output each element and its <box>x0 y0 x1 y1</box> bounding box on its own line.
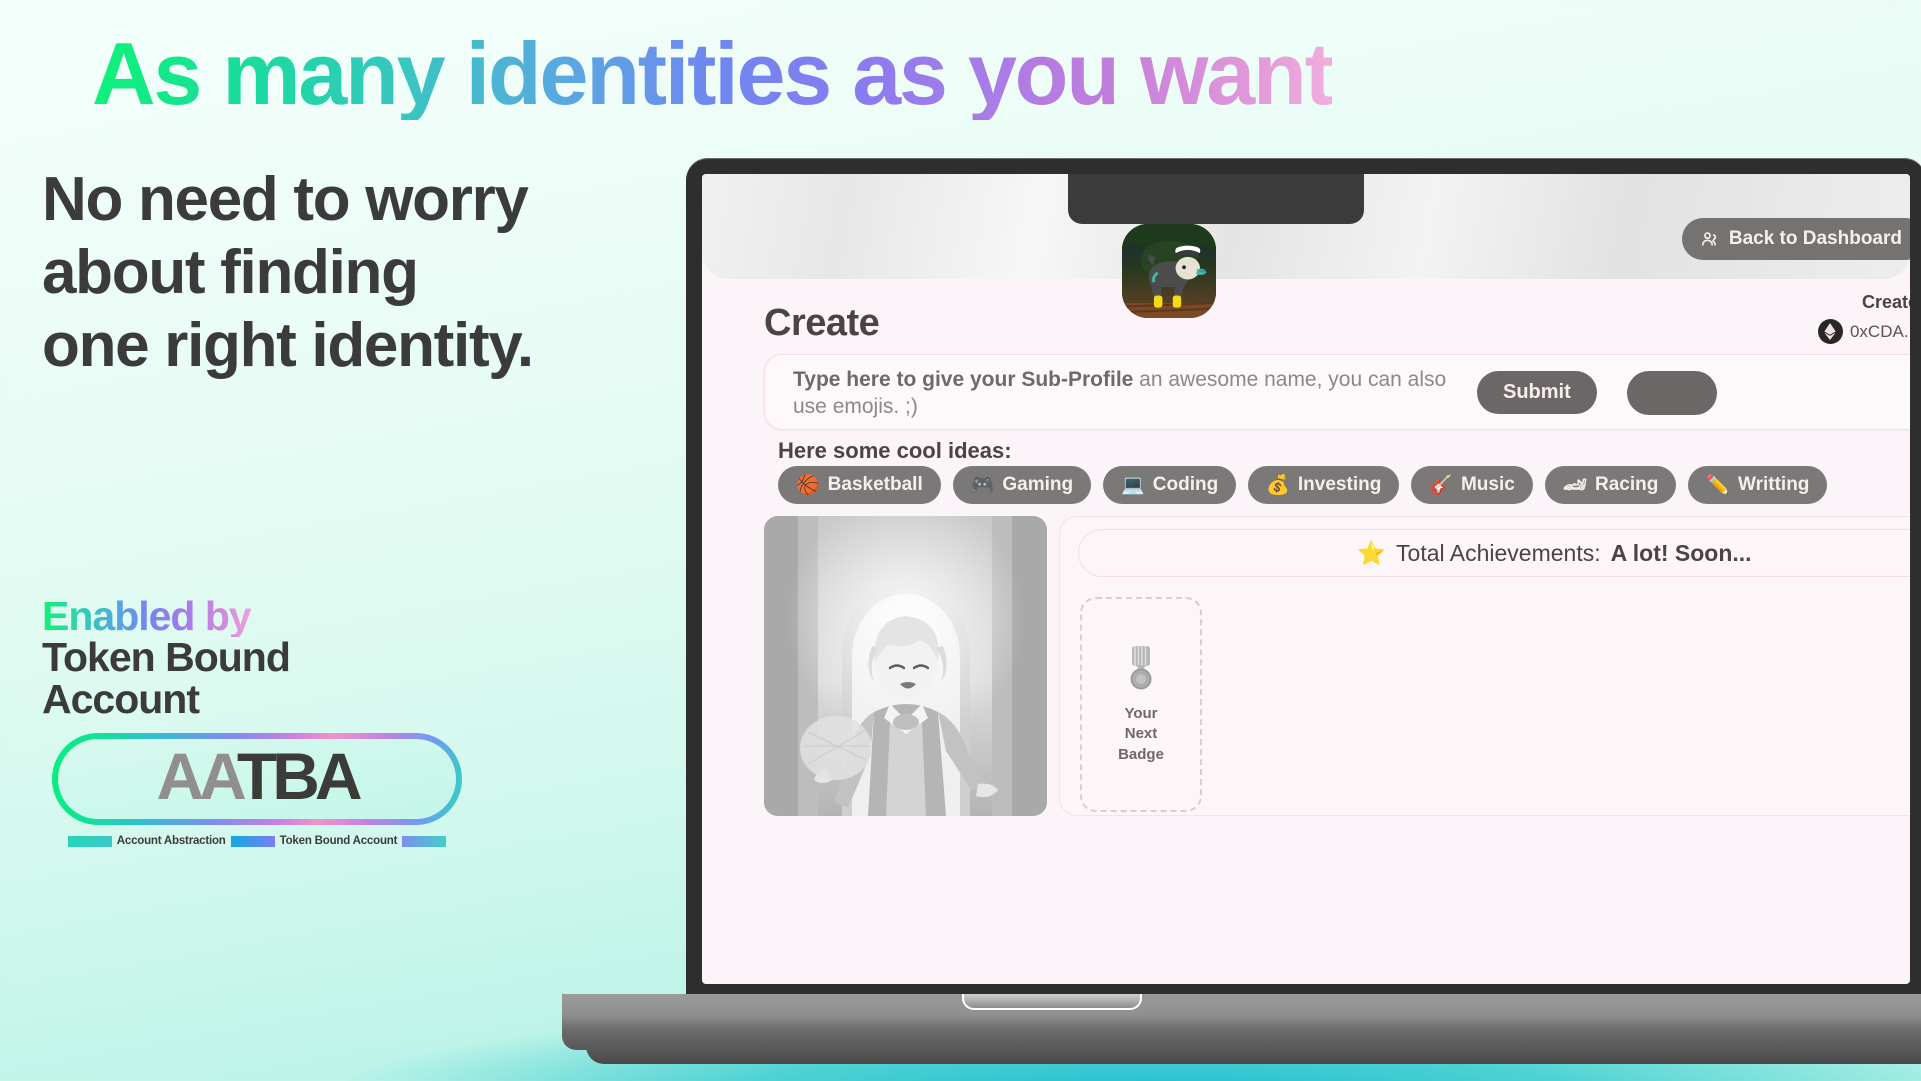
idea-tag-investing[interactable]: 💰 Investing <box>1248 466 1400 504</box>
next-badge-label: Your Next Badge <box>1118 704 1164 764</box>
secondary-action-button[interactable] <box>1627 371 1717 415</box>
gamepad-icon: 🎮 <box>970 475 995 496</box>
logo-suffix: TBA <box>236 739 363 813</box>
laptop-mockup: Back to Dashboard Create Creat 0xCDA. Ty… <box>562 158 1921 1064</box>
racecar-icon: 🏎 <box>1562 475 1587 496</box>
guitar-icon: 🎸 <box>1429 475 1453 496</box>
aatba-logo: AATBA Account Abstraction Token Bound Ac… <box>52 733 462 847</box>
placeholder-bold: Type here to give your Sub-Profile <box>793 368 1134 391</box>
profile-artwork[interactable] <box>764 516 1047 816</box>
laptop-icon: 💻 <box>1121 475 1145 496</box>
product-name: Token Bound Account <box>42 634 291 723</box>
laptop-lid: Back to Dashboard Create Creat 0xCDA. Ty… <box>686 158 1921 996</box>
avatar[interactable] <box>1122 224 1216 318</box>
ethereum-glyph <box>1824 323 1837 340</box>
idea-tag-racing[interactable]: 🏎 Racing <box>1544 466 1677 504</box>
total-achievements-value: A lot! Soon... <box>1610 539 1752 566</box>
account-info: Create 0xCDA... <box>1817 292 1910 344</box>
idea-tag-label: Writting <box>1738 474 1810 495</box>
pencil-icon: ✏️ <box>1706 475 1730 496</box>
subheadline-line-1: No need to worry <box>42 165 529 234</box>
browser-tab-notch <box>1068 174 1364 224</box>
idea-tag-label: Gaming <box>1002 474 1074 495</box>
account-address: 0xCDA... <box>1849 321 1910 341</box>
gradient-bar-icon <box>67 835 112 847</box>
star-icon: ⭐ <box>1357 539 1387 566</box>
ethereum-icon <box>1817 319 1843 344</box>
idea-tag-label: Racing <box>1594 474 1659 495</box>
idea-tag-music[interactable]: 🎸 Music <box>1411 466 1533 504</box>
idea-tag-label: Basketball <box>827 474 923 495</box>
logo-expansion: Account Abstraction Token Bound Account <box>52 835 462 847</box>
idea-tag-gaming[interactable]: 🎮 Gaming <box>952 466 1092 504</box>
idea-tag-label: Investing <box>1297 474 1382 495</box>
submit-button[interactable]: Submit <box>1477 371 1597 414</box>
logo-wordmark: AATBA <box>52 743 462 809</box>
logo-prefix: AA <box>156 739 241 813</box>
nft-dog-avatar-icon <box>1122 224 1216 318</box>
promo-subheadline: No need to worry about finding one right… <box>42 163 534 382</box>
idea-tag-label: Music <box>1460 474 1515 495</box>
idea-tag-writting[interactable]: ✏️ Writting <box>1688 466 1828 504</box>
gradient-bar-icon <box>402 835 447 847</box>
product-name-line-2: Account <box>42 676 200 723</box>
people-icon <box>1701 232 1716 246</box>
idea-tag-label: Coding <box>1152 474 1219 495</box>
page-title: Create <box>764 302 880 344</box>
basketball-icon: 🏀 <box>796 475 820 496</box>
anime-character-artwork-icon <box>764 516 1047 816</box>
logo-expansion-left: Account Abstraction <box>116 835 226 847</box>
medal-icon <box>1130 646 1152 690</box>
moneybag-icon: 💰 <box>1266 475 1290 496</box>
idea-tag-coding[interactable]: 💻 Coding <box>1103 466 1237 504</box>
idea-tag-basketball[interactable]: 🏀 Basketball <box>778 466 941 504</box>
ideas-label: Here some cool ideas: <box>778 438 1012 463</box>
laptop-base <box>562 994 1921 1050</box>
account-label: Create <box>1861 292 1910 312</box>
next-badge-card[interactable]: Your Next Badge <box>1080 597 1202 812</box>
next-badge-line-3: Badge <box>1118 745 1164 763</box>
total-achievements-label: Total Achievements: <box>1396 539 1601 566</box>
back-to-dashboard-label: Back to Dashboard <box>1728 228 1902 249</box>
laptop-foot <box>586 1046 1921 1064</box>
next-badge-line-2: Next <box>1124 725 1158 743</box>
enabled-by-label: Enabled by <box>42 593 252 639</box>
next-badge-line-1: Your <box>1124 705 1158 723</box>
subheadline-line-2: about finding <box>42 238 419 308</box>
account-address-row[interactable]: 0xCDA... <box>1817 319 1910 344</box>
gradient-bar-icon <box>230 835 275 847</box>
achievements-panel: ⭐ Total Achievements: A lot! Soon... You… <box>1059 516 1910 816</box>
idea-tag-list: 🏀 Basketball 🎮 Gaming 💻 Coding 💰 Investing 🎸… <box>778 466 1828 504</box>
app-screen: Back to Dashboard Create Creat 0xCDA. Ty… <box>702 174 1910 984</box>
laptop-trackpad-notch <box>962 994 1142 1010</box>
subheadline-line-3: one right identity. <box>42 311 534 381</box>
total-achievements-bar: ⭐ Total Achievements: A lot! Soon... <box>1078 529 1910 577</box>
sub-profile-name-input[interactable]: Type here to give your Sub-Profile an aw… <box>764 354 1910 430</box>
sub-profile-name-placeholder: Type here to give your Sub-Profile an aw… <box>793 367 1453 421</box>
back-to-dashboard-button[interactable]: Back to Dashboard <box>1681 218 1910 260</box>
logo-expansion-right: Token Bound Account <box>279 835 398 847</box>
product-name-line-1: Token Bound <box>42 634 291 680</box>
promo-headline: As many identities as you want <box>92 24 1334 123</box>
app-header-strip: Back to Dashboard <box>702 174 1910 279</box>
